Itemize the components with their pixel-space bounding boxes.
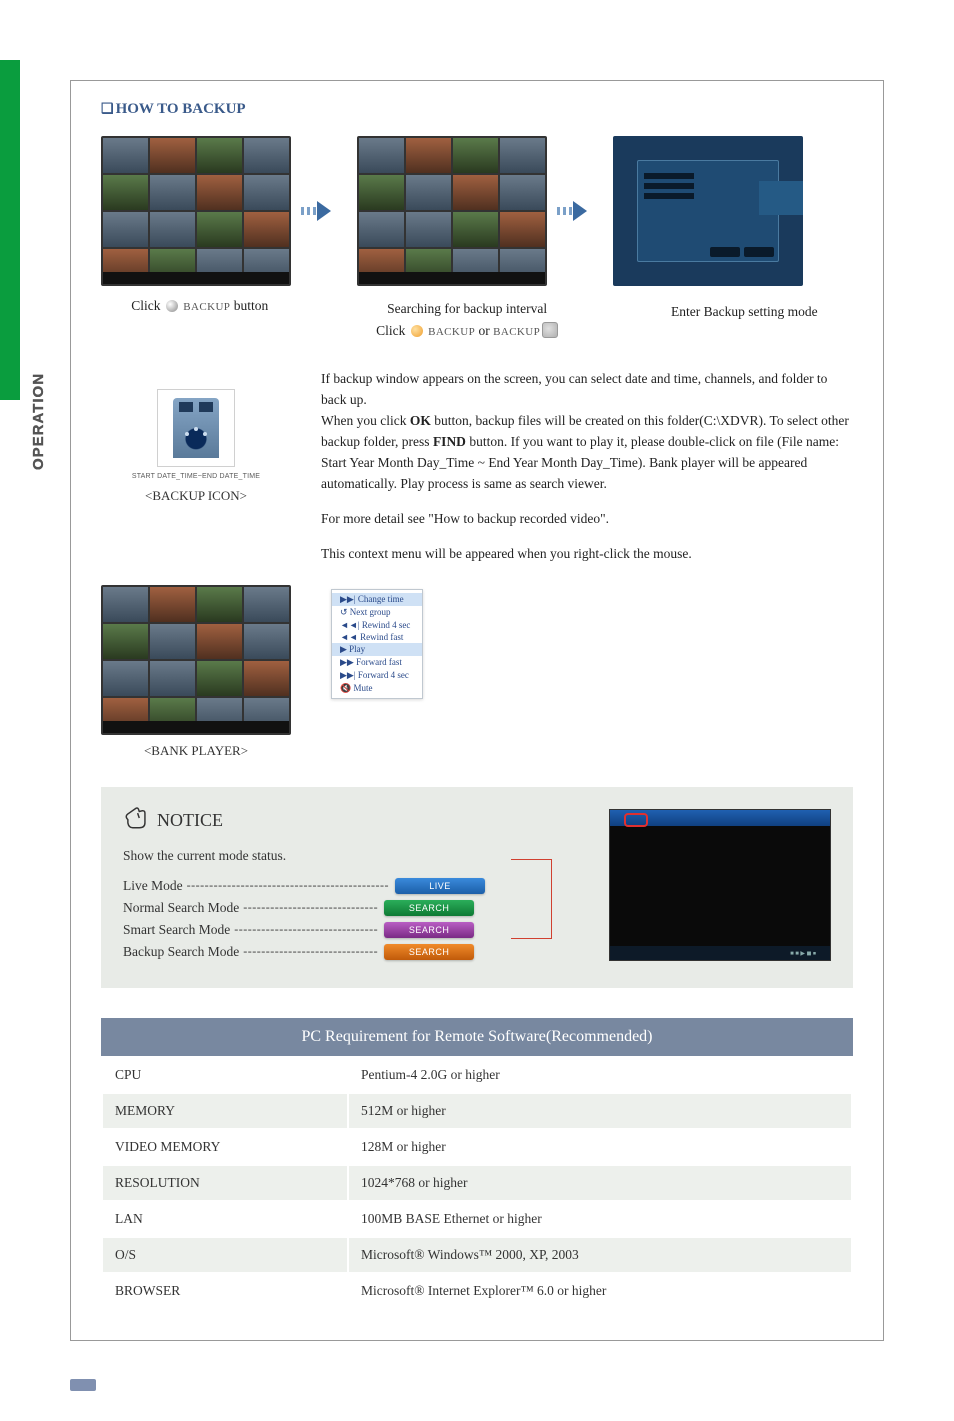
mode-label: Smart Search Mode [123,922,230,938]
paragraph-2: For more detail see "How to backup recor… [321,509,853,530]
caption-2: Searching for backup interval Click BACK… [354,298,581,341]
table-row: MEMORY512M or higher [103,1094,851,1128]
pc-table-title: PC Requirement for Remote Software(Recom… [101,1018,853,1056]
ctx-item: ▶ Play [332,643,422,656]
disc-icon [166,300,178,312]
ctx-item: ▶▶ Forward fast [332,656,422,669]
backup-icon-label: <BACKUP ICON> [101,488,291,504]
folder-icon [542,322,558,338]
mode-bar-search: SEARCH [384,922,474,938]
page-number-box [70,1379,96,1391]
mode-label: Normal Search Mode [123,900,239,916]
arrow-icon [317,201,331,221]
notice-box: NOTICE Show the current mode status. Liv… [101,787,853,988]
play-icon [411,325,423,337]
table-row: LAN100MB BASE Ethernet or higher [103,1202,851,1236]
content-frame: ❏HOW TO BACKUP [70,80,884,1341]
icon-filename: START DATE_TIME~END DATE_TIME [101,473,291,480]
ctx-item: ◄◄ Rewind fast [332,631,422,643]
ctx-item: ↺ Next group [332,606,422,619]
ctx-item: ▶▶| Change time [332,593,422,606]
table-row: CPUPentium-4 2.0G or higher [103,1058,851,1092]
hand-icon [123,805,149,836]
ctx-item: ◄◄| Rewind 4 sec [332,619,422,631]
caption-1: Click BACKUP button [101,298,299,341]
mode-bar-search: SEARCH [384,900,474,916]
bracket [511,859,552,939]
paragraph-1b: When you click OK button, backup files w… [321,411,853,495]
mode-label: Backup Search Mode [123,944,239,960]
pc-requirements-table: PC Requirement for Remote Software(Recom… [101,1018,853,1310]
paragraph-3: This context menu will be appeared when … [321,544,853,565]
screenshot-1 [101,136,291,286]
mode-label: Live Mode [123,878,183,894]
ctx-item: 🔇 Mute [332,682,422,695]
notice-screenshot: ■ ■ ▶ ◼ ⏹ [609,809,831,961]
side-strip [0,60,20,400]
section-heading: ❏HOW TO BACKUP [101,101,853,118]
table-row: O/SMicrosoft® Windows™ 2000, XP, 2003 [103,1238,851,1272]
side-label: OPERATION [30,373,47,470]
mode-bar-search: SEARCH [384,944,474,960]
paragraph-1a: If backup window appears on the screen, … [321,369,853,411]
caption-3: Enter Backup setting mode [636,298,853,341]
bank-player-label: <BANK PLAYER> [101,743,291,759]
mode-bar-live: LIVE [395,878,485,894]
screenshot-3 [613,136,803,286]
arrow-icon [573,201,587,221]
screenshot-2 [357,136,547,286]
table-row: VIDEO MEMORY128M or higher [103,1130,851,1164]
context-menu: ▶▶| Change time ↺ Next group ◄◄| Rewind … [331,589,423,699]
table-row: RESOLUTION1024*768 or higher [103,1166,851,1200]
table-row: BROWSERMicrosoft® Internet Explorer™ 6.0… [103,1274,851,1308]
backup-file-icon [157,389,235,467]
ctx-item: ▶▶| Forward 4 sec [332,669,422,682]
highlight-mark [624,813,648,827]
screenshot-player [101,585,291,735]
